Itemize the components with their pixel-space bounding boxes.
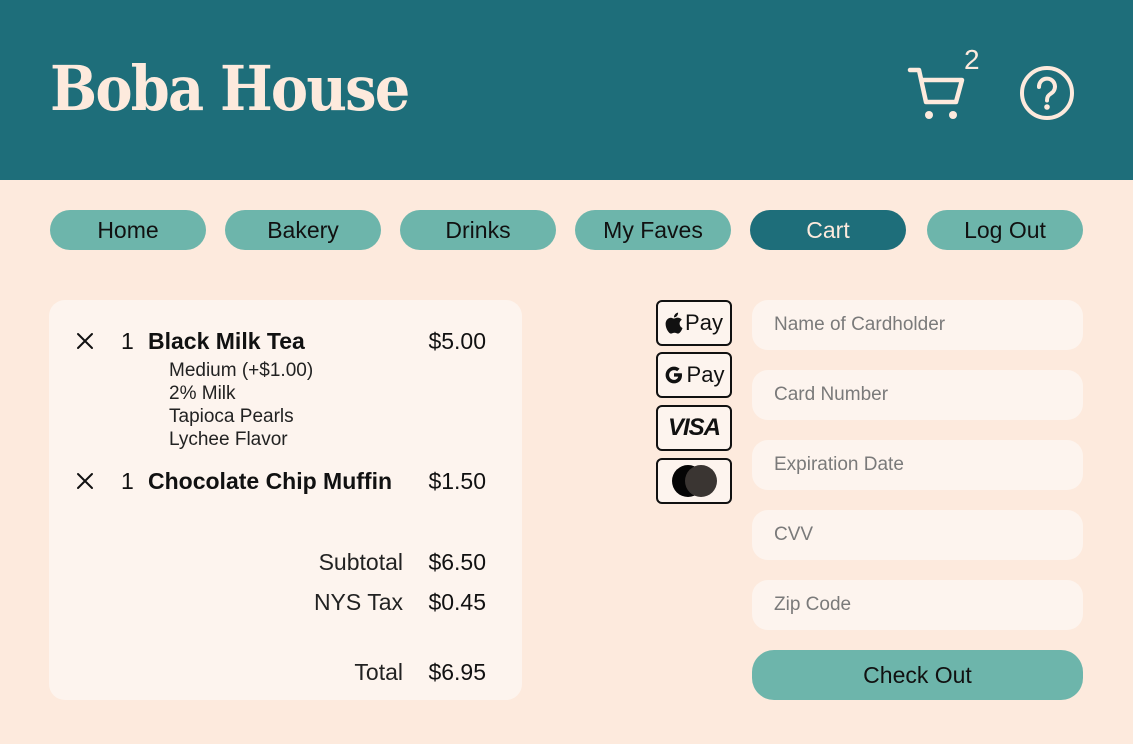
zip-code-input[interactable] [752,580,1083,630]
nav-bakery-button[interactable]: Bakery [225,210,381,250]
main-nav: Home Bakery Drinks My Faves Cart Log Out [0,210,1133,250]
tax-value: $0.45 [428,589,486,615]
card-number-input[interactable] [752,370,1083,420]
subtotal-value: $6.50 [428,549,486,575]
nav-log-out-button[interactable]: Log Out [927,210,1083,250]
item-price: $5.00 [428,328,486,354]
visa-label: VISA [667,414,721,441]
mastercard-button[interactable] [656,458,732,504]
cvv-input[interactable] [752,510,1083,560]
subtotal-label: Subtotal [318,549,403,575]
item-option: 2% Milk [169,383,236,404]
total-label: Total [354,659,403,685]
item-option: Lychee Flavor [169,429,288,450]
google-pay-button[interactable]: Pay [656,352,732,398]
google-g-icon [665,366,682,384]
item-quantity: 1 [121,468,134,494]
cart-count-badge: 2 [964,44,980,75]
brand-logo-title[interactable]: Boba House [50,58,410,120]
item-name: Chocolate Chip Muffin [148,468,393,494]
apple-pay-label: Pay [685,310,723,335]
item-option: Medium (+$1.00) [169,360,314,381]
cardholder-name-input[interactable] [752,300,1083,350]
nav-my-faves-button[interactable]: My Faves [575,210,731,250]
nav-drinks-button[interactable]: Drinks [400,210,556,250]
check-out-button[interactable]: Check Out [752,650,1083,700]
cart-icon[interactable] [906,62,966,122]
item-name: Black Milk Tea [148,328,305,354]
nav-home-button[interactable]: Home [50,210,206,250]
remove-item-close-icon[interactable] [75,471,95,491]
header-bar: Boba House 2 [0,0,1133,180]
total-value: $6.95 [428,659,486,685]
nav-cart-button[interactable]: Cart [750,210,906,250]
item-quantity: 1 [121,328,134,354]
apple-pay-button[interactable]: Pay [656,300,732,346]
google-pay-label: Pay [686,362,725,387]
tax-label: NYS Tax [313,589,403,615]
order-summary-card: 1 Black Milk Tea $5.00 Medium (+$1.00) 2… [49,300,522,700]
item-price: $1.50 [428,468,486,494]
remove-item-close-icon[interactable] [75,331,95,351]
help-icon[interactable] [1019,65,1075,121]
mastercard-icon [672,465,717,497]
expiration-date-input[interactable] [752,440,1083,490]
visa-button[interactable]: VISA [656,405,732,451]
item-option: Tapioca Pearls [169,406,294,427]
apple-logo-icon [665,312,683,334]
